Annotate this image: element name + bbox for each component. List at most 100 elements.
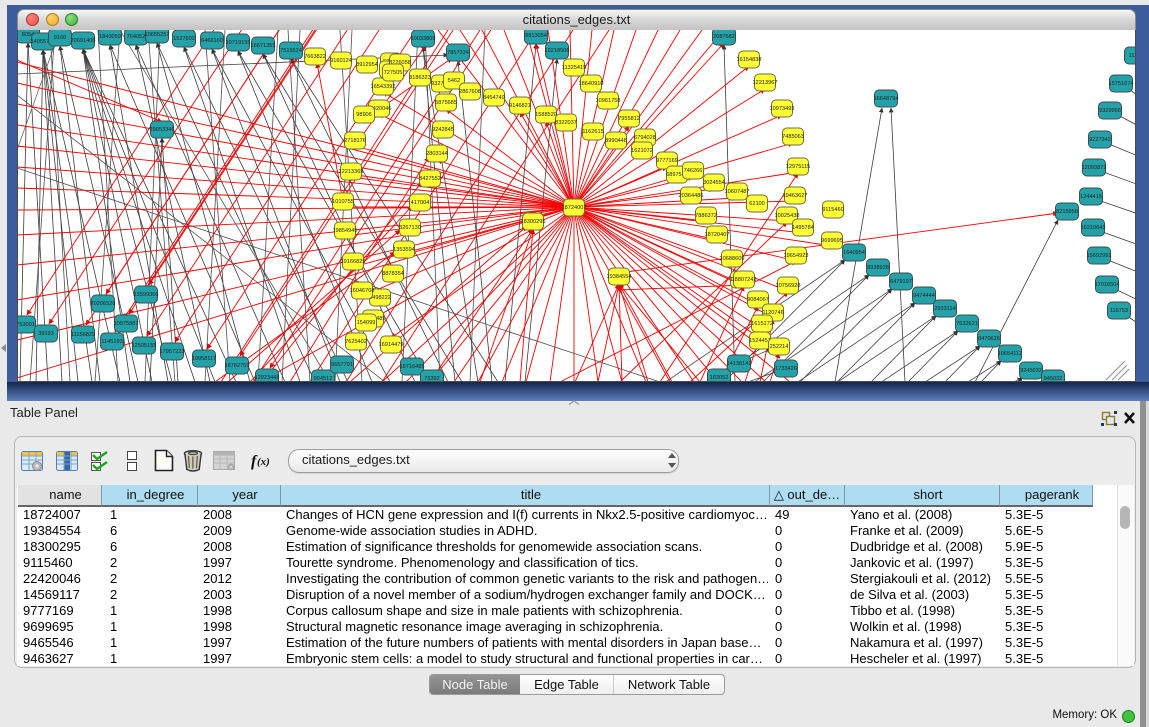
svg-text:18807243: 18807243 (732, 277, 757, 283)
svg-text:764052: 764052 (127, 34, 146, 40)
svg-text:16671355: 16671355 (251, 43, 276, 49)
svg-text:18640910: 18640910 (579, 81, 604, 87)
svg-text:9474444: 9474444 (913, 293, 935, 299)
svg-text:10975887: 10975887 (114, 321, 139, 327)
svg-text:19654923: 19654923 (784, 253, 809, 259)
svg-text:10655257: 10655257 (145, 32, 170, 38)
svg-text:19166829: 19166829 (341, 259, 366, 265)
svg-text:8470626: 8470626 (978, 336, 1000, 342)
svg-text:1162615: 1162615 (582, 129, 603, 135)
svg-text:6794028: 6794028 (634, 135, 656, 141)
svg-text:18720407: 18720407 (705, 232, 730, 238)
svg-text:7886372: 7886372 (695, 213, 717, 219)
svg-text:1527602: 1527602 (173, 36, 195, 42)
svg-text:15692991: 15692991 (1087, 253, 1112, 259)
svg-text:98906: 98906 (356, 112, 372, 118)
svg-text:1010755: 1010755 (332, 199, 354, 205)
svg-text:7485063: 7485063 (782, 134, 804, 140)
svg-text:1640954: 1640954 (843, 250, 865, 256)
svg-text:10719155: 10719155 (226, 40, 251, 46)
svg-text:1733426: 1733426 (775, 366, 797, 372)
svg-text:16914479: 16914479 (379, 342, 404, 348)
svg-text:1495784: 1495784 (792, 225, 814, 231)
svg-text:10607487: 10607487 (725, 189, 750, 195)
svg-text:16046708: 16046708 (350, 288, 375, 294)
svg-text:29053346: 29053346 (150, 127, 175, 133)
svg-text:8215958: 8215958 (1056, 209, 1078, 215)
svg-text:17957223: 17957223 (160, 349, 185, 355)
svg-text:17016504: 17016504 (1095, 282, 1120, 288)
svg-text:15751074: 15751074 (1109, 81, 1134, 87)
svg-text:1615172: 1615172 (751, 321, 773, 327)
svg-text:5875685: 5875685 (435, 100, 457, 106)
svg-text:10961758: 10961758 (596, 98, 621, 104)
svg-text:11156829: 11156829 (71, 332, 95, 338)
svg-text:9146821: 9146821 (509, 103, 531, 109)
svg-text:2867608: 2867608 (459, 89, 481, 95)
svg-text:19218506: 19218506 (545, 48, 570, 54)
svg-text:8912954: 8912954 (356, 62, 378, 68)
svg-text:9245032: 9245032 (1020, 368, 1042, 374)
svg-text:20206526: 20206526 (91, 301, 116, 307)
svg-text:116753: 116753 (1110, 308, 1128, 314)
svg-text:10654112: 10654112 (998, 351, 1022, 357)
svg-text:7857224: 7857224 (447, 50, 469, 56)
svg-text:12213967: 12213967 (753, 80, 778, 86)
svg-text:7515524: 7515524 (280, 48, 302, 54)
svg-text:12923448: 12923448 (255, 375, 280, 381)
svg-text:12213369: 12213369 (339, 169, 364, 175)
svg-text:3267130: 3267130 (399, 225, 421, 231)
svg-text:19384554: 19384554 (607, 274, 632, 280)
svg-text:154099: 154099 (357, 320, 376, 326)
svg-text:8878354: 8878354 (382, 271, 404, 277)
svg-text:62100: 62100 (749, 201, 765, 207)
svg-text:(x): (x) (257, 456, 270, 468)
svg-text:7753001: 7753001 (17, 322, 35, 328)
svg-text:8938928: 8938928 (867, 265, 889, 271)
svg-text:10688609: 10688609 (720, 256, 745, 262)
svg-text:746266: 746266 (684, 168, 703, 174)
svg-text:417004: 417004 (411, 200, 430, 206)
svg-text:10033809: 10033809 (411, 36, 436, 42)
svg-text:9329966: 9329966 (1099, 108, 1121, 114)
svg-text:9160: 9160 (54, 35, 66, 41)
svg-text:10756928: 10756928 (776, 283, 801, 289)
svg-text:16648794: 16648794 (874, 96, 899, 102)
svg-text:14136141: 14136141 (727, 361, 752, 367)
svg-text:11325419: 11325419 (562, 65, 586, 71)
svg-text:9777169: 9777169 (656, 158, 678, 164)
svg-text:15716485: 15716485 (400, 364, 425, 370)
svg-text:20364486: 20364486 (679, 193, 704, 199)
svg-text:1588520: 1588520 (535, 112, 557, 118)
svg-text:1244415: 1244415 (1080, 194, 1102, 200)
svg-text:2087682: 2087682 (713, 34, 735, 40)
svg-text:8322037: 8322037 (555, 120, 577, 126)
svg-text:6466160: 6466160 (201, 38, 223, 44)
svg-text:5462: 5462 (448, 78, 460, 84)
svg-text:16543392: 16543392 (371, 84, 396, 90)
svg-text:7632621: 7632621 (956, 321, 978, 327)
svg-text:12975115: 12975115 (786, 164, 810, 170)
svg-text:8454749: 8454749 (483, 95, 505, 101)
svg-text:7625402: 7625402 (345, 339, 367, 345)
svg-text:16210643: 16210643 (1081, 225, 1106, 231)
svg-text:1621072: 1621072 (631, 148, 653, 154)
svg-text:1524451: 1524451 (749, 338, 771, 344)
svg-text:10958117: 10958117 (192, 356, 216, 362)
svg-text:9115460: 9115460 (822, 207, 843, 213)
svg-text:13599366: 13599366 (134, 292, 159, 298)
svg-text:16154838: 16154838 (737, 57, 762, 63)
svg-text:8990448: 8990448 (605, 138, 627, 144)
svg-text:11174: 11174 (1129, 53, 1136, 59)
svg-text:8186323: 8186323 (409, 75, 431, 81)
svg-text:1145193: 1145193 (101, 339, 122, 345)
svg-text:10025438: 10025438 (775, 213, 800, 219)
svg-text:12505155: 12505155 (132, 343, 157, 349)
svg-text:183052: 183052 (710, 375, 729, 381)
svg-text:1353594: 1353594 (393, 247, 415, 253)
svg-text:2933114: 2933114 (934, 306, 955, 312)
svg-text:20691406: 20691406 (71, 38, 96, 44)
svg-text:9084067: 9084067 (747, 297, 769, 303)
svg-text:727505: 727505 (384, 70, 403, 76)
svg-text:2803144: 2803144 (426, 151, 448, 157)
